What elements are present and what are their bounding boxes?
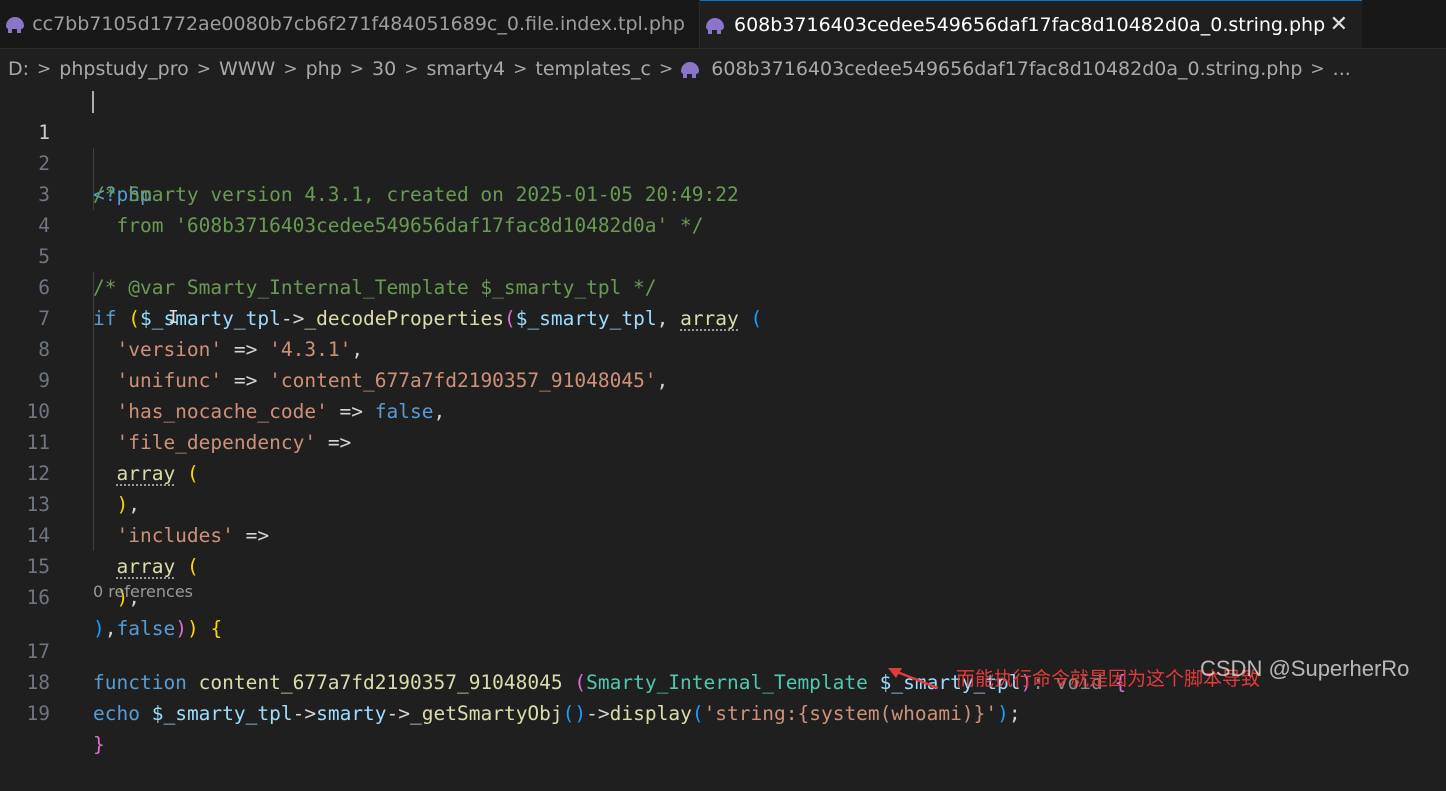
chevron-right-icon: > [349,59,365,79]
chevron-right-icon: > [37,59,52,79]
chevron-right-icon: > [1310,59,1325,79]
chevron-right-icon: > [196,59,211,79]
code-line: 11 array ( [0,396,1446,485]
function-name: display [609,702,692,725]
tab-label: 608b3716403cedee549656daf17fac8d10482d0a… [734,13,1326,36]
breadcrumb-item[interactable]: ... [1333,58,1351,80]
breadcrumb-item[interactable]: phpstudy_pro [59,58,188,80]
chevron-right-icon: > [404,59,419,79]
tab-label: cc7bb7105d1772ae0080b7cb6f271f484051689c… [32,13,685,35]
code-line: 1 <?php [0,86,1446,206]
php-elephant-icon [6,16,24,33]
breadcrumb-item[interactable]: 30 [372,58,396,80]
code-line: 10 'file_dependency' => [0,365,1446,454]
text-cursor [92,91,94,113]
code-line: 14 array ( [0,489,1446,578]
breadcrumb: D: > phpstudy_pro > WWW > php > 30 > sma… [0,52,1446,86]
string: 'string:{system(whoami)}' [703,702,998,725]
code-line: 5 /* @var Smarty_Internal_Template $_sma… [0,210,1446,299]
code-line: 6 if ($_smarty_tpl->_decodeProperties($_… [0,241,1446,330]
watermark: CSDN @SuperherRo [1200,656,1410,681]
function-name: _getSmartyObj [410,702,563,725]
code-line: 7 'version' => '4.3.1', [0,272,1446,361]
breadcrumb-item[interactable]: php [306,58,342,80]
close-icon[interactable]: ✕ [1330,13,1348,36]
chevron-right-icon: > [659,59,674,79]
tab-string-php[interactable]: 608b3716403cedee549656daf17fac8d10482d0a… [700,0,1362,48]
code-line: 16 ),false)) { [0,551,1446,640]
variable: $_smarty_tpl [151,702,293,725]
code-line: 2 /* Smarty version 4.3.1, created on 20… [0,117,1446,206]
tab-index-tpl[interactable]: cc7bb7105d1772ae0080b7cb6f271f484051689c… [0,0,700,48]
code-line: 9 'has_nocache_code' => false, [0,334,1446,423]
php-elephant-icon [681,61,701,78]
breadcrumb-item[interactable]: templates_c [535,58,651,80]
breadcrumb-item[interactable]: D: [8,58,29,80]
code-editor[interactable]: 1 <?php 2 /* Smarty version 4.3.1, creat… [0,86,1446,756]
breadcrumb-item[interactable]: smarty4 [426,58,505,80]
tab-bar: cc7bb7105d1772ae0080b7cb6f271f484051689c… [0,0,1446,49]
code-line: 8 'unifunc' => 'content_677a7fd2190357_9… [0,303,1446,393]
line-number: 19 [26,702,50,725]
breadcrumb-item[interactable]: 608b3716403cedee549656daf17fac8d10482d0a… [711,58,1302,80]
property: smarty [316,702,387,725]
code-line: 13 'includes' => [0,458,1446,547]
code-line: 3 from '608b3716403cedee549656daf17fac8d… [0,148,1446,237]
breadcrumb-item[interactable]: WWW [219,58,275,80]
chevron-right-icon: > [513,59,528,79]
code-line: 4 [0,179,1446,237]
annotation-arrow-icon [888,668,939,690]
mouse-ibeam-icon: I [168,307,179,328]
chevron-right-icon: > [283,59,298,79]
code-line: 17 function content_677a7fd2190357_91048… [0,605,1446,694]
php-elephant-icon [706,17,726,34]
code-line: 12 ), [0,427,1446,516]
codelens-references[interactable]: 0 references [93,580,193,604]
keyword: echo [93,702,140,725]
code-line: 15 ), [0,520,1446,609]
